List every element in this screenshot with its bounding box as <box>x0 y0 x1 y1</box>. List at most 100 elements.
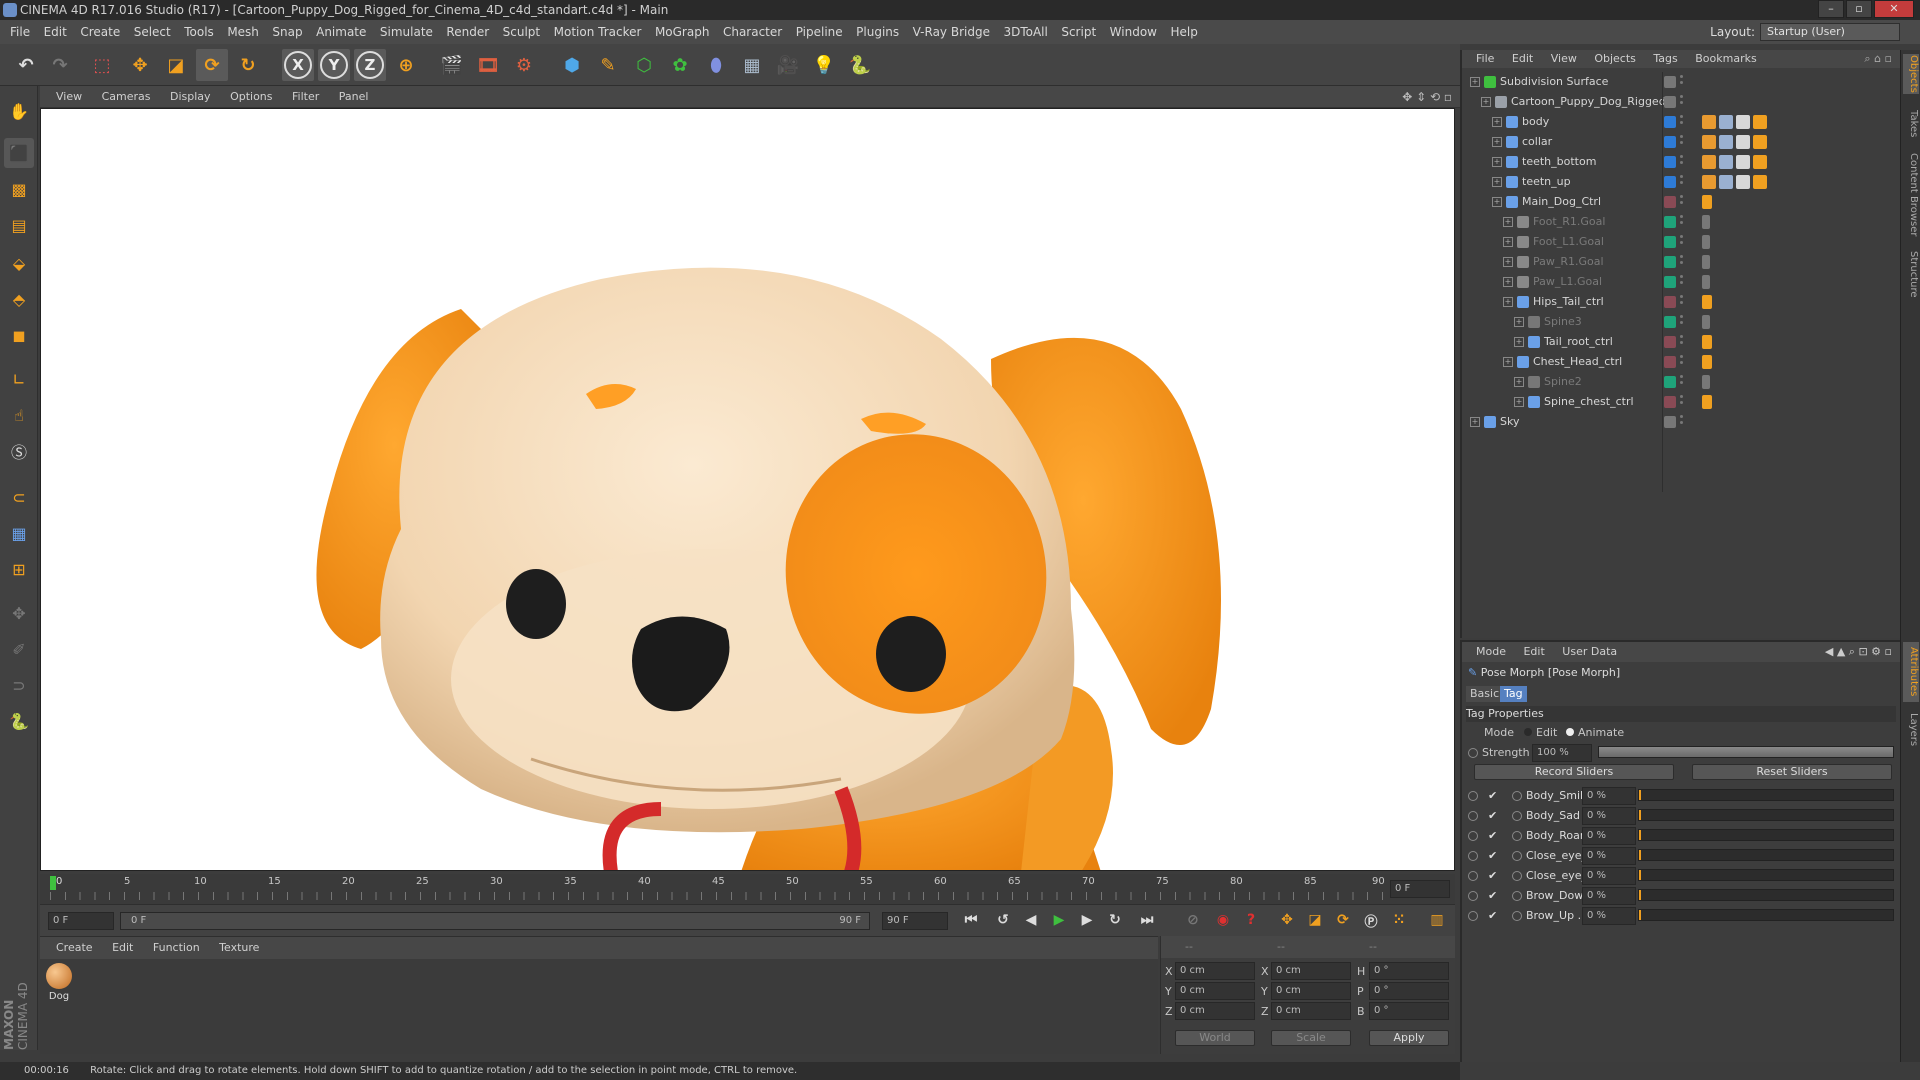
ik-tag-icon[interactable] <box>1702 295 1712 309</box>
obj-menu-objects[interactable]: Objects <box>1594 52 1636 65</box>
record-keys-icon[interactable]: ◉ <box>1210 907 1236 933</box>
visibility-dots-icon[interactable] <box>1680 175 1684 189</box>
goal-tag-icon[interactable] <box>1702 315 1710 329</box>
menu-animate[interactable]: Animate <box>316 25 366 39</box>
enable-check-icon[interactable]: ✔ <box>1488 906 1497 926</box>
goal-tag-icon[interactable] <box>1702 375 1710 389</box>
anim-keyframe-icon[interactable] <box>1512 891 1522 901</box>
x-axis-icon[interactable]: X <box>282 49 314 81</box>
tag-icon[interactable] <box>1753 135 1767 149</box>
menu-pipeline[interactable]: Pipeline <box>796 25 843 39</box>
visibility-dots-icon[interactable] <box>1680 395 1684 409</box>
previous-key-icon[interactable]: ↺ <box>990 907 1016 933</box>
visibility-dots-icon[interactable] <box>1680 415 1684 429</box>
record-sliders-button[interactable]: Record Sliders <box>1474 764 1674 780</box>
solo-icon[interactable]: Ⓢ <box>4 436 34 466</box>
mat-menu-texture[interactable]: Texture <box>219 941 259 954</box>
morph-value-field[interactable]: 0 % <box>1582 907 1636 925</box>
expand-toggle-icon[interactable]: + <box>1503 297 1513 307</box>
object-row[interactable]: + Spine2 <box>1462 372 1902 392</box>
anim-keyframe-icon[interactable] <box>1512 911 1522 921</box>
menu-mograph[interactable]: MoGraph <box>655 25 710 39</box>
tag-icon[interactable] <box>1736 115 1750 129</box>
morph-value-field[interactable]: 0 % <box>1582 887 1636 905</box>
expand-toggle-icon[interactable]: + <box>1492 137 1502 147</box>
close-button[interactable]: ✕ <box>1874 0 1914 18</box>
enable-check-icon[interactable]: ✔ <box>1488 866 1497 886</box>
mat-menu-function[interactable]: Function <box>153 941 200 954</box>
key-scale-icon[interactable]: ◪ <box>1302 907 1328 933</box>
motion-record-icon[interactable]: ⊘ <box>1180 907 1206 933</box>
start-frame-field[interactable]: 0 F <box>48 912 114 930</box>
layer-color-swatch[interactable] <box>1664 216 1676 228</box>
polygons-mode-icon[interactable]: ◼ <box>4 320 34 350</box>
mode-edit-radio[interactable] <box>1524 728 1532 736</box>
morph-slider-track[interactable] <box>1638 809 1894 821</box>
anim-keyframe-icon[interactable] <box>1512 851 1522 861</box>
object-row[interactable]: + Chest_Head_ctrl <box>1462 352 1902 372</box>
maximize-button[interactable]: ▫ <box>1846 0 1872 18</box>
size-x-field[interactable]: 0 cm <box>1271 962 1351 980</box>
morph-slider-track[interactable] <box>1638 789 1894 801</box>
layer-color-swatch[interactable] <box>1664 276 1676 288</box>
enable-check-icon[interactable]: ✔ <box>1488 886 1497 906</box>
deformer-icon[interactable]: ⬮ <box>700 49 732 81</box>
expand-toggle-icon[interactable]: + <box>1514 377 1524 387</box>
key-pla-icon[interactable]: ⁙ <box>1386 907 1412 933</box>
magnet-icon[interactable]: ⊃ <box>4 670 34 700</box>
obj-menu-edit[interactable]: Edit <box>1512 52 1533 65</box>
tab-structure[interactable]: Structure <box>1903 246 1919 302</box>
vp-menu-view[interactable]: View <box>56 90 82 103</box>
visibility-dots-icon[interactable] <box>1680 295 1684 309</box>
expand-toggle-icon[interactable]: + <box>1503 357 1513 367</box>
ik-tag-icon[interactable] <box>1702 335 1712 349</box>
world-coordinate-icon[interactable]: ⊕ <box>390 49 422 81</box>
morph-slider-track[interactable] <box>1638 889 1894 901</box>
strength-field[interactable]: 100 % <box>1532 744 1592 762</box>
tab-content-browser[interactable]: Content Browser <box>1903 150 1919 240</box>
expand-toggle-icon[interactable]: + <box>1503 257 1513 267</box>
obj-search-icon[interactable]: ⌕ ⌂ ▫ <box>1864 50 1892 68</box>
material-dog[interactable]: Dog <box>44 961 74 1005</box>
pos-z-field[interactable]: 0 cm <box>1175 1002 1255 1020</box>
expand-toggle-icon[interactable]: + <box>1503 237 1513 247</box>
morph-value-field[interactable]: 0 % <box>1582 867 1636 885</box>
tag-icon[interactable] <box>1702 155 1716 169</box>
object-row[interactable]: + body <box>1462 112 1902 132</box>
object-row[interactable]: + Hips_Tail_ctrl <box>1462 292 1902 312</box>
next-key-icon[interactable]: ↻ <box>1102 907 1128 933</box>
menu-snap[interactable]: Snap <box>272 25 302 39</box>
vp-menu-options[interactable]: Options <box>230 90 272 103</box>
go-to-end-icon[interactable]: ⏭ <box>1134 907 1160 933</box>
cube-icon[interactable]: ⬢ <box>556 49 588 81</box>
rot-b-field[interactable]: 0 ° <box>1369 1002 1449 1020</box>
go-to-start-icon[interactable]: ⏮ <box>958 907 984 933</box>
expand-toggle-icon[interactable]: + <box>1503 217 1513 227</box>
morph-slider-handle[interactable] <box>1639 830 1641 840</box>
coord-mode-dropdown[interactable]: World <box>1175 1030 1255 1046</box>
tag-icon[interactable] <box>1702 115 1716 129</box>
ik-tag-icon[interactable] <box>1702 355 1712 369</box>
visibility-dots-icon[interactable] <box>1680 115 1684 129</box>
texture-mode-icon[interactable]: ▩ <box>4 174 34 204</box>
attr-menu-mode[interactable]: Mode <box>1476 645 1506 658</box>
tag-icon[interactable] <box>1753 155 1767 169</box>
current-frame-field[interactable]: 0 F <box>1390 880 1450 898</box>
end-frame-field[interactable]: 90 F <box>882 912 948 930</box>
menu-plugins[interactable]: Plugins <box>856 25 899 39</box>
apply-button[interactable]: Apply <box>1369 1030 1449 1046</box>
target-icon[interactable] <box>1468 831 1478 841</box>
size-y-field[interactable]: 0 cm <box>1271 982 1351 1000</box>
morph-value-field[interactable]: 0 % <box>1582 847 1636 865</box>
move-icon[interactable]: ✥ <box>124 49 156 81</box>
menu-mesh[interactable]: Mesh <box>227 25 259 39</box>
layer-color-swatch[interactable] <box>1664 116 1676 128</box>
reset-sliders-button[interactable]: Reset Sliders <box>1692 764 1892 780</box>
morph-slider-track[interactable] <box>1638 909 1894 921</box>
camera-icon[interactable]: 🎥 <box>772 49 804 81</box>
render-picture-viewer-icon[interactable]: 🎞 <box>472 49 504 81</box>
goal-tag-icon[interactable] <box>1702 215 1710 229</box>
undo-icon[interactable]: ↶ <box>10 49 42 81</box>
layer-color-swatch[interactable] <box>1664 356 1676 368</box>
menu-help[interactable]: Help <box>1170 25 1197 39</box>
